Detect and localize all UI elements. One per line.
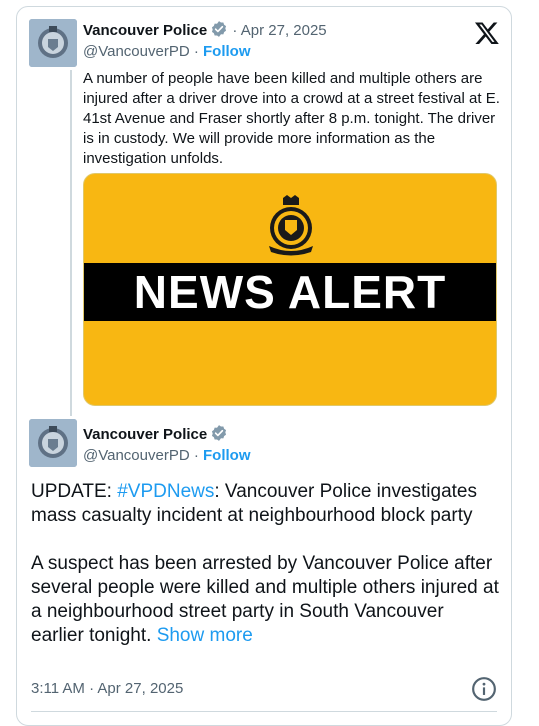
author-name[interactable]: Vancouver Police — [83, 22, 207, 39]
show-more-link[interactable]: Show more — [157, 625, 253, 646]
author-name-2[interactable]: Vancouver Police — [83, 426, 207, 443]
embedded-tweet-card: Vancouver Police · Apr 27, 2025 @Vancouv… — [16, 6, 512, 726]
info-icon[interactable] — [471, 676, 497, 702]
verified-badge-icon — [210, 424, 228, 446]
tweet-paragraph-2: A suspect has been arrested by Vancouver… — [31, 552, 501, 648]
update-prefix: UPDATE: — [31, 481, 118, 502]
x-logo-icon[interactable] — [474, 20, 500, 46]
paragraph-2-text: A suspect has been arrested by Vancouver… — [31, 553, 499, 646]
verified-badge-icon — [210, 20, 228, 42]
police-crest-avatar-icon — [29, 419, 77, 467]
handle-separator: · — [189, 43, 204, 60]
author-handle[interactable]: @VancouverPD — [83, 43, 190, 60]
author-name-row-2: Vancouver Police — [83, 424, 228, 446]
alert-headline: NEWS ALERT — [133, 266, 447, 318]
police-crest-avatar-icon — [29, 19, 77, 67]
police-crest-icon — [269, 195, 313, 256]
author-avatar[interactable] — [29, 19, 77, 67]
author-handle-2[interactable]: @VancouverPD — [83, 447, 190, 464]
thread-connector-line — [70, 70, 72, 416]
author-name-row: Vancouver Police · Apr 27, 2025 — [83, 20, 327, 42]
news-alert-image[interactable]: NEWS ALERT — [83, 173, 497, 406]
hashtag-link[interactable]: #VPDNews — [117, 481, 214, 502]
tweet-text-2: UPDATE: #VPDNews: Vancouver Police inves… — [31, 480, 501, 672]
follow-link[interactable]: Follow — [203, 43, 251, 60]
tweet-date[interactable]: Apr 27, 2025 — [241, 22, 327, 39]
tweet-text: A number of people have been killed and … — [83, 70, 500, 167]
tweet-paragraph-1: UPDATE: #VPDNews: Vancouver Police inves… — [31, 480, 501, 528]
author-avatar-2[interactable] — [29, 419, 77, 467]
author-handle-row-2: @VancouverPD · Follow — [83, 447, 251, 464]
tweet-timestamp[interactable]: 3:11 AM · Apr 27, 2025 — [31, 680, 183, 697]
handle-separator-2: · — [189, 447, 204, 464]
follow-link-2[interactable]: Follow — [203, 447, 251, 464]
date-separator: · — [228, 22, 241, 39]
author-handle-row: @VancouverPD · Follow — [83, 43, 251, 60]
